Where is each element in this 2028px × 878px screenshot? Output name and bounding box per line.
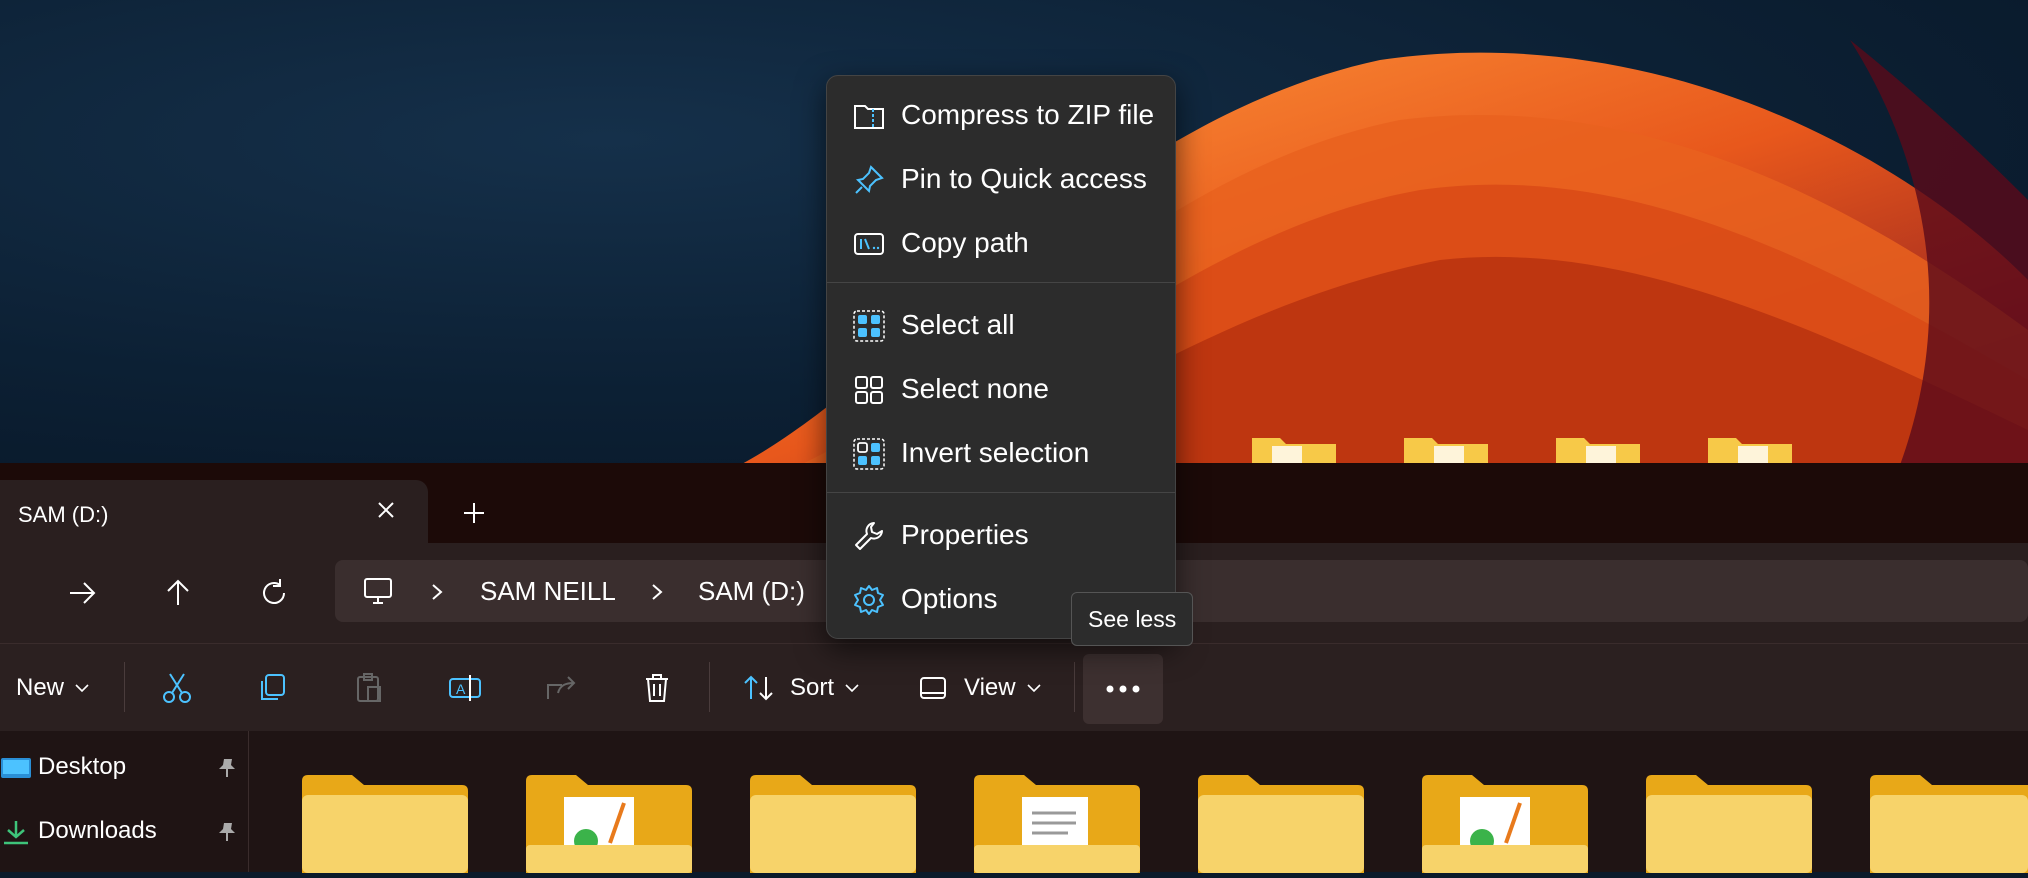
up-arrow-icon[interactable] xyxy=(160,575,196,611)
trash-icon xyxy=(646,674,668,702)
chevron-down-icon xyxy=(845,684,859,693)
menu-item-label: Properties xyxy=(901,519,1029,550)
menu-item-label: Pin to Quick access xyxy=(901,163,1147,194)
this-pc-icon xyxy=(361,574,395,608)
menu-item-compress-zip[interactable]: Compress to ZIP file xyxy=(835,86,1167,144)
breadcrumb-item[interactable]: SAM (D:) xyxy=(698,576,805,607)
sidebar-item-desktop[interactable]: Desktop xyxy=(0,745,248,789)
sidebar-item-label: Downloads xyxy=(38,817,157,844)
menu-item-select-none[interactable]: Select none xyxy=(835,360,1167,418)
desktop-icon xyxy=(0,755,32,781)
menu-item-label: Compress to ZIP file xyxy=(901,99,1155,130)
gear-icon xyxy=(853,584,885,616)
tab-sam-d[interactable]: SAM (D:) xyxy=(0,480,428,543)
folder-icon[interactable] xyxy=(524,773,694,873)
toolbar-divider xyxy=(709,662,710,712)
cut-button[interactable] xyxy=(160,666,194,710)
menu-divider xyxy=(827,282,1175,283)
menu-item-copy-path[interactable]: Copy path xyxy=(835,214,1167,272)
new-label: New xyxy=(16,674,65,701)
new-button[interactable]: New xyxy=(16,666,92,710)
pin-icon[interactable] xyxy=(216,821,238,843)
invert-selection-icon xyxy=(853,438,885,470)
menu-item-label: Copy path xyxy=(901,227,1029,258)
refresh-icon[interactable] xyxy=(256,575,292,611)
wrench-icon xyxy=(853,520,885,552)
folder-icon[interactable] xyxy=(1868,773,2028,873)
rename-button[interactable]: A xyxy=(448,666,482,710)
folder-icon[interactable] xyxy=(300,773,470,873)
scissors-icon xyxy=(163,673,191,703)
toolbar-divider xyxy=(124,662,125,712)
menu-item-label: Select all xyxy=(901,309,1015,340)
menu-item-label: Invert selection xyxy=(901,437,1090,468)
chevron-right-icon[interactable] xyxy=(427,582,447,602)
folder-icon[interactable] xyxy=(748,773,918,873)
copy-button[interactable] xyxy=(256,666,290,710)
desktop-folder-icon[interactable] xyxy=(1556,432,1640,465)
menu-item-properties[interactable]: Properties xyxy=(835,506,1167,564)
tooltip-text: See less xyxy=(1088,606,1177,632)
folder-icon[interactable] xyxy=(1196,773,1366,873)
sort-icon xyxy=(744,675,773,701)
forward-arrow-icon[interactable] xyxy=(64,575,100,611)
toolbar-divider xyxy=(1074,662,1075,712)
copy-icon xyxy=(261,674,285,700)
delete-button[interactable] xyxy=(640,666,674,710)
command-bar: New A Sort View xyxy=(0,643,2028,732)
tab-title: SAM (D:) xyxy=(18,502,109,527)
sidebar-item-downloads[interactable]: Downloads xyxy=(0,809,248,853)
paste-button[interactable] xyxy=(352,666,386,710)
sort-button[interactable]: Sort xyxy=(742,666,862,710)
desktop-folder-icon[interactable] xyxy=(1708,432,1792,465)
folder-icon[interactable] xyxy=(1644,773,1814,873)
view-icon xyxy=(920,677,946,699)
content-area: Desktop Downloads xyxy=(0,731,2028,873)
see-more-button[interactable] xyxy=(1083,654,1163,724)
desktop-folder-icon[interactable] xyxy=(1404,432,1488,465)
close-icon[interactable] xyxy=(372,496,400,524)
menu-item-label: Options xyxy=(901,583,998,614)
chevron-down-icon xyxy=(75,684,89,693)
new-tab-button[interactable] xyxy=(458,497,490,529)
view-button[interactable]: View xyxy=(918,666,1044,710)
more-options-icon xyxy=(1106,685,1140,693)
copy-path-icon xyxy=(853,228,885,260)
view-label: View xyxy=(964,674,1016,701)
desktop-folder-icon[interactable] xyxy=(1252,432,1336,465)
chevron-right-icon[interactable] xyxy=(647,582,667,602)
select-none-icon xyxy=(853,374,885,406)
pin-icon[interactable] xyxy=(216,757,238,779)
menu-item-select-all[interactable]: Select all xyxy=(835,296,1167,354)
rename-icon: A xyxy=(449,675,481,701)
chevron-down-icon xyxy=(1027,684,1041,693)
sidebar-item-label: Desktop xyxy=(38,753,127,780)
menu-item-invert-selection[interactable]: Invert selection xyxy=(835,424,1167,482)
see-less-tooltip: See less xyxy=(1071,592,1193,646)
select-all-icon xyxy=(853,310,885,342)
zip-icon xyxy=(853,100,885,132)
folder-icon[interactable] xyxy=(972,773,1142,873)
sort-label: Sort xyxy=(790,674,835,701)
menu-item-label: Select none xyxy=(901,373,1049,404)
menu-divider xyxy=(827,492,1175,493)
breadcrumb-item[interactable]: SAM NEILL xyxy=(480,576,616,607)
download-icon xyxy=(0,819,32,845)
share-button[interactable] xyxy=(544,666,578,710)
pin-icon xyxy=(853,164,885,196)
paste-icon xyxy=(357,673,381,702)
svg-text:A: A xyxy=(456,681,466,697)
menu-item-pin-quick-access[interactable]: Pin to Quick access xyxy=(835,150,1167,208)
folder-icon[interactable] xyxy=(1420,773,1590,873)
share-icon xyxy=(547,676,576,699)
navigation-pane: Desktop Downloads xyxy=(0,731,249,872)
see-more-menu: Compress to ZIP file Pin to Quick access… xyxy=(826,75,1176,639)
